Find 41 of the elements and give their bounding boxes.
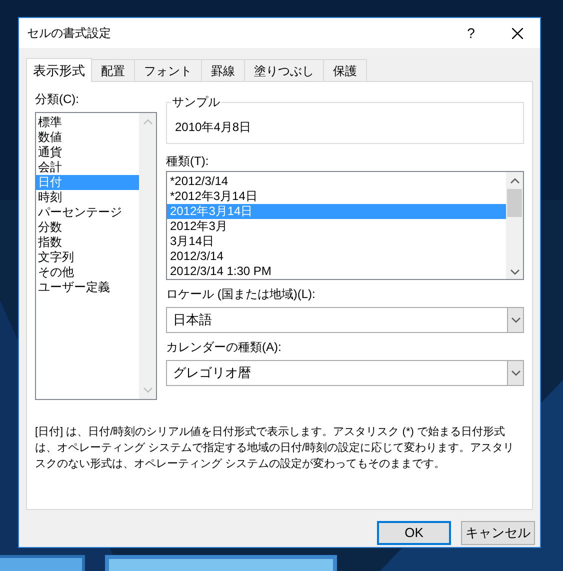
category-item[interactable]: パーセンテージ [36,205,139,220]
category-item[interactable]: ユーザー定義 [36,280,139,295]
scrollbar[interactable] [506,172,523,279]
category-item[interactable]: 数値 [36,130,139,145]
type-item[interactable]: 2012年3月 [167,219,506,234]
help-button[interactable]: ? [448,18,494,48]
calendar-dropdown[interactable]: グレゴリオ暦 [166,360,524,386]
category-item[interactable]: 時刻 [36,190,139,205]
category-item[interactable]: その他 [36,265,139,280]
dialog-button[interactable]: OK [377,521,451,545]
dialog-button[interactable]: キャンセル [461,521,535,545]
locale-dropdown[interactable]: 日本語 [166,307,524,333]
chevron-up-icon[interactable] [510,177,520,185]
type-item[interactable]: 2012/3/14 [167,249,506,264]
sample-label: サンプル [171,94,221,110]
type-item[interactable]: 3月14日 [167,234,506,249]
category-list[interactable]: 標準 数値 通貨 会計 日付 時刻 パーセンテージ 分数 指数 文字列 その他 ユーザー定義 [35,112,157,400]
category-item[interactable]: 文字列 [36,250,139,265]
type-item[interactable]: 2012/3/14 1:30 PM [167,264,506,279]
type-item[interactable]: *2012/3/14 [167,174,506,189]
close-icon [512,28,522,38]
category-item[interactable]: 通貨 [36,145,139,160]
chevron-down-icon[interactable] [510,268,520,276]
tab[interactable]: 保護 [323,59,367,81]
chevron-down-icon[interactable] [510,316,520,324]
type-label: 種類(T): [166,153,210,169]
scrollbar-thumb[interactable] [507,189,522,217]
window-title: セルの書式設定 [27,25,112,42]
chevron-down-icon[interactable] [510,369,520,377]
type-item[interactable]: *2012年3月14日 [167,189,506,204]
description-text: [日付] は、日付/時刻のシリアル値を日付形式で表示します。アスタリスク (*) で始まる日付形式は、オペレーティング システムで指定する地域の日付/時刻の設定に応じて変わります。アスタリスクのない形式は、オペレーティング システムの設定が変わってもそのままです。 [35,424,516,472]
sample-value: 2010年4月8日 [175,119,252,136]
category-item[interactable]: 標準 [36,115,139,130]
locale-label: ロケール (国または地域)(L): [166,286,316,302]
category-item[interactable]: 指数 [36,235,139,250]
type-list[interactable]: *2012/3/14 *2012年3月14日 2012年3月14日 2012年3月 3月14日 2012/3/14 2012/3/14 1:30 PM [166,171,524,280]
calendar-label: カレンダーの種類(A): [166,339,282,355]
category-item[interactable]: 会計 [36,160,139,175]
category-label: 分類(C): [35,91,80,108]
tab[interactable]: 表示形式 [26,58,92,82]
category-item[interactable]: 分数 [36,220,139,235]
